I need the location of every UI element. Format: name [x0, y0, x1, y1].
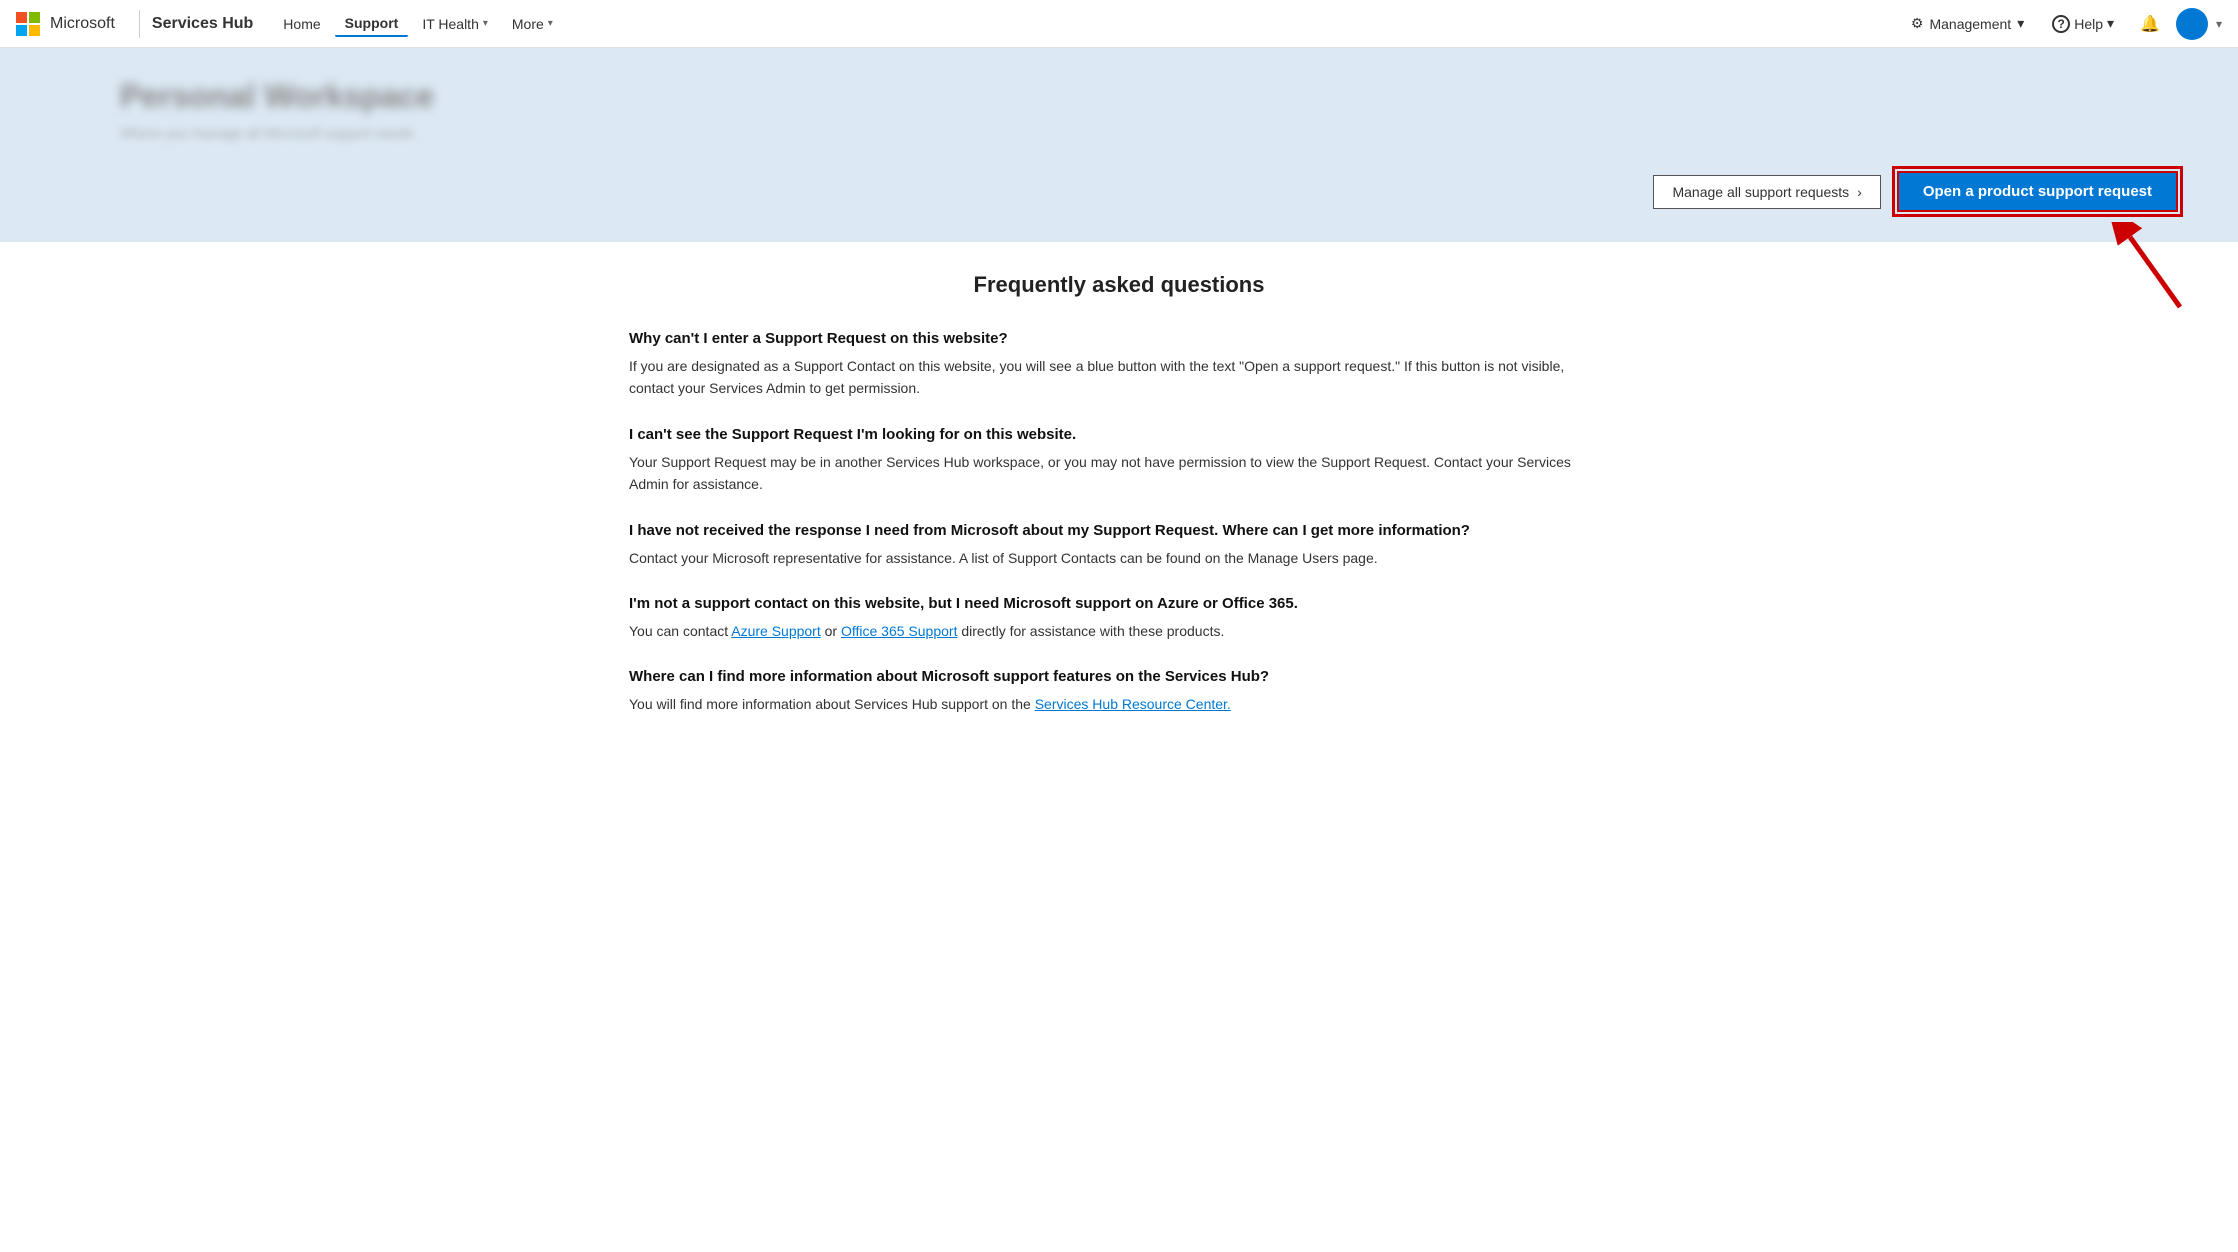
nav-home[interactable]: Home	[273, 12, 330, 36]
app-brand: Services Hub	[152, 15, 253, 33]
logo-green	[29, 12, 40, 23]
logo-blue	[16, 25, 27, 36]
faq-question-3: I have not received the response I need …	[629, 520, 1609, 541]
more-chevron-icon: ▾	[548, 18, 553, 29]
faq-question-1: Why can't I enter a Support Request on t…	[629, 328, 1609, 349]
nav-support[interactable]: Support	[335, 11, 409, 37]
logo-container[interactable]: Microsoft	[16, 12, 115, 36]
faq-item-2: I can't see the Support Request I'm look…	[629, 424, 1609, 496]
it-health-chevron-icon: ▾	[483, 18, 488, 29]
help-circle-icon: ?	[2052, 15, 2070, 33]
hero-actions: Manage all support requests › Open a pro…	[120, 171, 2178, 212]
faq-answer-3: Contact your Microsoft representative fo…	[629, 547, 1609, 569]
faq-answer-2: Your Support Request may be in another S…	[629, 451, 1609, 496]
avatar-chevron-icon[interactable]: ▾	[2216, 17, 2222, 31]
faq-answer-4-suffix: directly for assistance with these produ…	[957, 623, 1224, 639]
faq-item-4: I'm not a support contact on this websit…	[629, 593, 1609, 642]
main-content: Frequently asked questions Why can't I e…	[569, 242, 1669, 770]
logo-yellow	[29, 25, 40, 36]
faq-answer-5-prefix: You will find more information about Ser…	[629, 696, 1035, 712]
microsoft-logo	[16, 12, 40, 36]
azure-support-link[interactable]: Azure Support	[731, 623, 821, 639]
notifications-icon[interactable]: 🔔	[2132, 10, 2168, 38]
management-chevron-icon: ▾	[2017, 15, 2024, 32]
microsoft-wordmark: Microsoft	[50, 15, 115, 33]
arrow-right-icon: ›	[1857, 184, 1862, 200]
manage-requests-button[interactable]: Manage all support requests ›	[1653, 175, 1880, 209]
faq-question-5: Where can I find more information about …	[629, 666, 1609, 687]
faq-question-2: I can't see the Support Request I'm look…	[629, 424, 1609, 445]
faq-answer-4-prefix: You can contact	[629, 623, 731, 639]
hero-banner: Personal Workspace Where you manage all …	[0, 48, 2238, 242]
office365-support-link[interactable]: Office 365 Support	[841, 623, 957, 639]
nav-help[interactable]: ? Help ▾	[2042, 11, 2124, 37]
faq-item-1: Why can't I enter a Support Request on t…	[629, 328, 1609, 400]
nav-links: Home Support IT Health ▾ More ▾	[273, 11, 1901, 37]
gear-icon	[1911, 15, 1924, 32]
faq-answer-5: You will find more information about Ser…	[629, 693, 1609, 715]
nav-it-health[interactable]: IT Health ▾	[412, 12, 498, 36]
nav-right: Management ▾ ? Help ▾ 🔔 ▾	[1901, 8, 2222, 40]
faq-question-4: I'm not a support contact on this websit…	[629, 593, 1609, 614]
nav-divider	[139, 10, 140, 38]
user-avatar[interactable]	[2176, 8, 2208, 40]
help-chevron-icon: ▾	[2107, 15, 2114, 32]
resource-center-link[interactable]: Services Hub Resource Center.	[1035, 696, 1231, 712]
faq-answer-4: You can contact Azure Support or Office …	[629, 620, 1609, 642]
hero-title: Personal Workspace	[120, 78, 2178, 115]
faq-answer-4-middle: or	[821, 623, 841, 639]
faq-item-5: Where can I find more information about …	[629, 666, 1609, 715]
nav-bar: Microsoft Services Hub Home Support IT H…	[0, 0, 2238, 48]
nav-more[interactable]: More ▾	[502, 12, 563, 36]
faq-title: Frequently asked questions	[629, 272, 1609, 298]
faq-item-3: I have not received the response I need …	[629, 520, 1609, 569]
open-support-request-button[interactable]: Open a product support request	[1897, 171, 2178, 212]
nav-management[interactable]: Management ▾	[1901, 11, 2034, 36]
hero-subtitle: Where you manage all Microsoft support n…	[120, 125, 2178, 141]
faq-answer-1: If you are designated as a Support Conta…	[629, 355, 1609, 400]
logo-red	[16, 12, 27, 23]
